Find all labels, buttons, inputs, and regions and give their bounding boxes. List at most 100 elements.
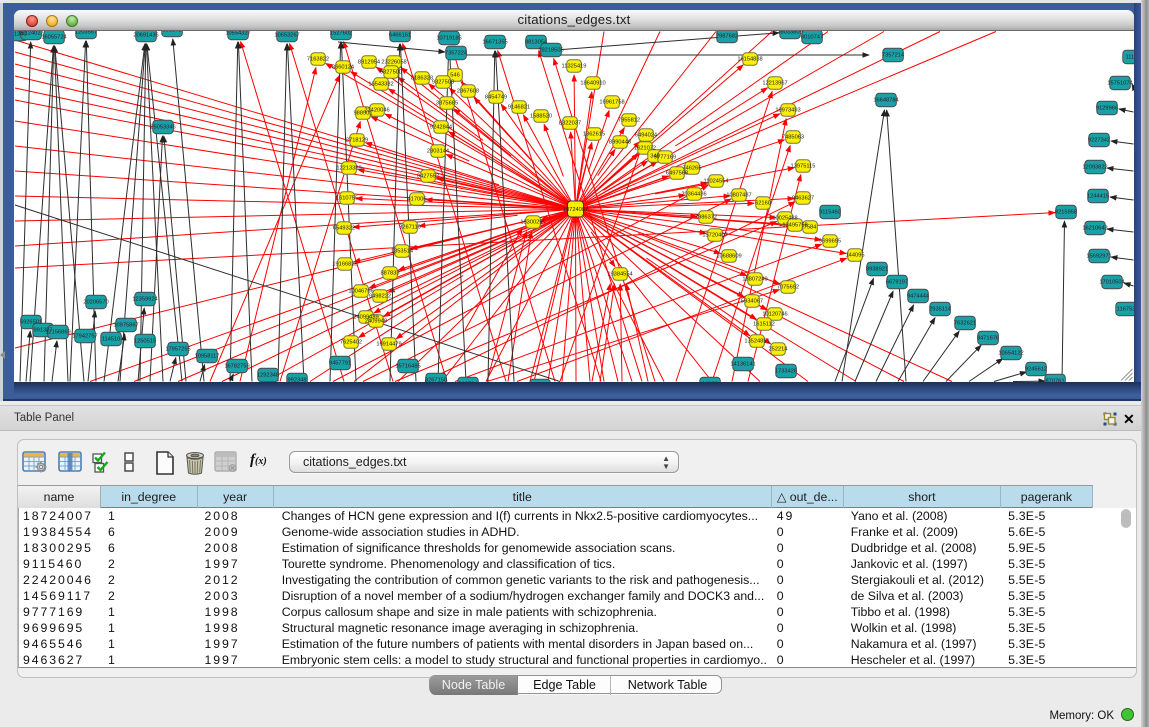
- svg-text:17957255: 17957255: [165, 347, 190, 353]
- svg-text:546: 546: [450, 73, 460, 79]
- svg-text:9427552: 9427552: [417, 174, 439, 180]
- svg-text:15716485: 15716485: [395, 364, 420, 370]
- svg-text:144095: 144095: [846, 253, 865, 259]
- svg-text:20206570: 20206570: [83, 300, 108, 306]
- svg-text:8215958: 8215958: [1055, 210, 1077, 216]
- svg-text:9327500: 9327500: [380, 70, 402, 76]
- svg-text:12156869: 12156869: [45, 330, 70, 336]
- svg-text:8322037: 8322037: [559, 121, 581, 127]
- svg-text:16914479: 16914479: [376, 342, 401, 348]
- svg-text:8454749: 8454749: [485, 95, 507, 101]
- svg-text:17942757: 17942757: [72, 334, 97, 340]
- svg-text:7625402: 7625402: [340, 340, 362, 346]
- svg-text:7632621: 7632621: [954, 321, 976, 327]
- svg-text:18724007: 18724007: [563, 207, 588, 213]
- svg-text:16154838: 16154838: [737, 57, 762, 63]
- svg-text:12213389: 12213389: [336, 166, 361, 172]
- svg-text:62160: 62160: [755, 201, 771, 207]
- svg-text:7584: 7584: [804, 225, 817, 231]
- svg-text:887833: 887833: [381, 271, 400, 277]
- svg-text:16210643: 16210643: [1082, 226, 1107, 232]
- svg-text:9129966: 9129966: [1096, 106, 1118, 112]
- svg-text:16671355: 16671355: [482, 40, 507, 46]
- svg-text:12213967: 12213967: [762, 81, 787, 87]
- svg-text:10973493: 10973493: [775, 108, 800, 114]
- svg-text:7163822: 7163822: [307, 57, 329, 63]
- svg-text:3267110: 3267110: [399, 225, 421, 231]
- svg-text:2718129: 2718129: [346, 138, 368, 144]
- svg-text:10975867: 10975867: [113, 323, 138, 329]
- svg-text:2803144: 2803144: [427, 149, 449, 155]
- svg-text:23226058: 23226058: [381, 60, 406, 66]
- svg-text:905371: 905371: [163, 31, 182, 34]
- svg-text:1292348: 1292348: [257, 373, 279, 379]
- svg-text:9227342: 9227342: [1088, 138, 1110, 144]
- svg-text:7986372: 7986372: [695, 215, 717, 221]
- svg-text:9777169: 9777169: [654, 155, 676, 161]
- svg-text:6497568: 6497568: [666, 171, 688, 177]
- svg-text:10653267: 10653267: [274, 33, 299, 39]
- svg-text:9463627: 9463627: [792, 196, 814, 202]
- svg-text:12359924: 12359924: [132, 297, 157, 303]
- svg-text:18640910: 18640910: [580, 81, 605, 87]
- svg-text:9146821: 9146821: [508, 105, 530, 111]
- svg-text:2409948: 2409948: [365, 319, 387, 325]
- svg-text:22420046: 22420046: [364, 108, 389, 114]
- svg-text:5934067: 5934067: [741, 299, 763, 305]
- svg-text:1588520: 1588520: [530, 114, 552, 120]
- svg-text:19384554: 19384554: [607, 272, 632, 278]
- svg-text:10025488: 10025488: [772, 216, 797, 222]
- svg-text:10807487: 10807487: [726, 193, 751, 199]
- svg-text:8813054: 8813054: [525, 40, 547, 46]
- svg-text:15720407: 15720407: [702, 233, 727, 239]
- svg-text:15751074: 15751074: [1107, 81, 1132, 87]
- svg-text:9498222: 9498222: [369, 294, 391, 300]
- svg-text:19166825: 19166825: [332, 262, 357, 268]
- svg-text:11325419: 11325419: [562, 64, 587, 70]
- svg-text:8660124: 8660124: [332, 65, 354, 71]
- svg-text:7075692: 7075692: [777, 285, 799, 291]
- svg-text:16961758: 16961758: [599, 100, 624, 106]
- svg-text:6549322: 6549322: [333, 226, 355, 232]
- svg-text:8471676: 8471676: [977, 336, 999, 342]
- svg-text:1610755: 1610755: [336, 196, 358, 202]
- svg-text:20364436: 20364436: [681, 192, 706, 198]
- svg-text:16648784: 16648784: [873, 98, 898, 104]
- svg-text:18300295: 18300295: [520, 220, 545, 226]
- svg-text:11122: 11122: [1126, 55, 1134, 61]
- svg-text:1203567: 1203567: [75, 31, 97, 36]
- svg-text:16782759: 16782759: [224, 364, 249, 370]
- svg-text:8938921: 8938921: [866, 267, 888, 273]
- svg-text:13975115: 13975115: [791, 164, 816, 170]
- svg-text:916714: 916714: [459, 382, 478, 383]
- svg-text:2867608: 2867608: [457, 89, 479, 95]
- svg-text:14136141: 14136141: [730, 362, 755, 368]
- svg-text:1733426: 1733426: [775, 369, 797, 375]
- svg-text:9242844: 9242844: [430, 125, 452, 131]
- svg-text:11024554: 11024554: [704, 179, 729, 185]
- svg-text:2987682: 2987682: [716, 34, 738, 40]
- svg-text:1527602: 1527602: [330, 31, 352, 37]
- svg-text:16033809: 16033809: [777, 31, 802, 36]
- svg-text:10958117: 10958117: [195, 354, 220, 360]
- svg-text:9327508: 9327508: [432, 80, 454, 86]
- svg-text:9245612: 9245612: [1025, 367, 1047, 373]
- svg-text:10719185: 10719185: [436, 36, 461, 42]
- svg-text:992348: 992348: [288, 378, 307, 383]
- svg-text:6679197: 6679197: [886, 280, 908, 286]
- svg-text:1244415: 1244415: [1087, 194, 1109, 200]
- svg-text:17010504: 17010504: [1099, 280, 1124, 286]
- svg-text:417006: 417006: [408, 197, 427, 203]
- svg-text:5926501: 5926501: [20, 320, 42, 326]
- svg-text:16543382: 16543382: [368, 82, 393, 88]
- svg-text:8990448: 8990448: [609, 140, 631, 146]
- svg-text:870761: 870761: [1046, 379, 1065, 383]
- svg-text:114510: 114510: [102, 337, 121, 343]
- svg-text:1362615: 1362615: [583, 132, 605, 138]
- svg-text:18807249: 18807249: [742, 277, 767, 283]
- svg-text:16055724: 16055724: [41, 35, 66, 41]
- svg-text:15692971: 15692971: [1086, 254, 1111, 260]
- svg-text:9115460: 9115460: [819, 210, 841, 216]
- svg-text:10120746: 10120746: [762, 312, 787, 318]
- svg-text:7357214: 7357214: [882, 53, 904, 59]
